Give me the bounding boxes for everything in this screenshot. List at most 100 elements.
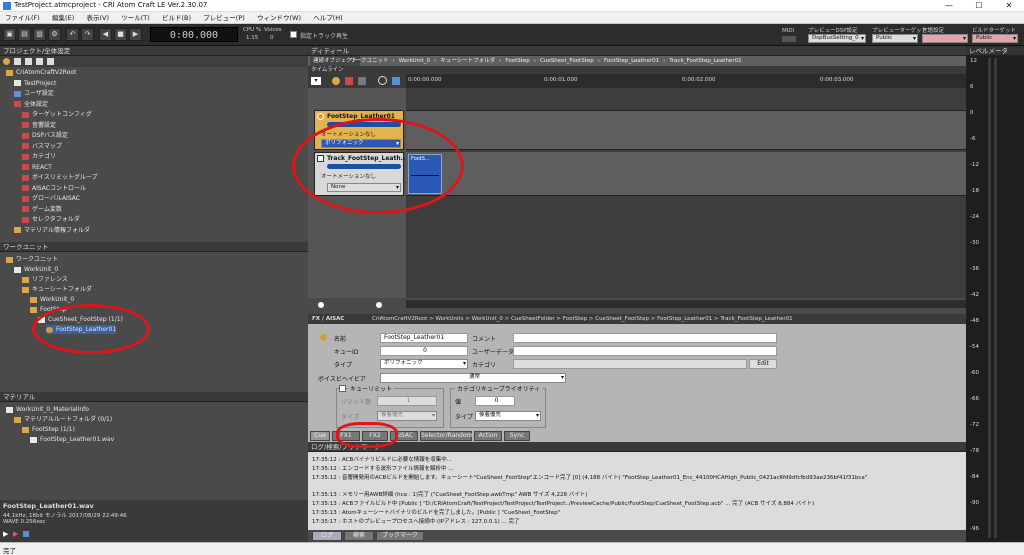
breadcrumb-item[interactable]: キューシートフォルダ (440, 58, 495, 64)
log-tab[interactable]: ログ (312, 531, 342, 541)
tree-item[interactable]: ユーザ設定 (14, 89, 54, 98)
menu-preview[interactable]: プレビュー(P) (198, 12, 250, 24)
category-field[interactable] (513, 359, 747, 369)
record-icon[interactable] (332, 77, 340, 85)
priority-value-label: 値 (455, 399, 462, 406)
tree-item[interactable]: WorkUnit_0 (14, 265, 58, 274)
project-tool-icon[interactable] (14, 58, 21, 65)
search-tab[interactable]: 検索 (344, 531, 374, 541)
close-button[interactable]: ✕ (994, 0, 1024, 12)
menu-edit[interactable]: 編集(E) (47, 12, 79, 24)
timeline-scrollbar[interactable] (406, 300, 966, 308)
category-edit-button[interactable]: Edit (749, 359, 777, 369)
material-play-icon[interactable]: ▶ (3, 530, 8, 538)
project-tool-icon[interactable] (3, 58, 10, 65)
breadcrumb-item[interactable]: CueSheet_FootStep (540, 58, 594, 64)
material-loop-icon[interactable]: ▶ (13, 530, 18, 538)
cueid-field[interactable]: 0 (380, 346, 468, 356)
breadcrumb-item[interactable]: Track_FootStep_Leather01 (669, 58, 741, 64)
ruler-tick: 0:00:02.000 (682, 77, 716, 83)
settings-icon[interactable] (392, 77, 400, 85)
preview-target-select[interactable]: Public (872, 34, 918, 43)
breadcrumb-item[interactable]: ワークユニット (350, 58, 389, 64)
tree-item[interactable]: セレクタフォルダ (22, 215, 80, 224)
cue-limit-checkbox[interactable] (339, 385, 346, 392)
track-scroll-knob[interactable] (318, 302, 324, 308)
priority-value-field[interactable]: 0 (475, 396, 515, 406)
tree-item[interactable]: 音響設定 (22, 121, 56, 130)
zoom-icon[interactable] (378, 76, 387, 85)
menu-help[interactable]: ヘルプ(H) (308, 12, 347, 24)
menu-dropdown-icon[interactable]: ▾ (311, 77, 321, 85)
open-project-icon[interactable]: ▤ (18, 28, 31, 41)
tree-item[interactable]: 全体設定 (14, 100, 48, 109)
language-select[interactable] (922, 34, 968, 43)
tool-icon[interactable] (358, 77, 366, 85)
property-tab[interactable]: Sync (504, 431, 530, 441)
folder-icon (22, 276, 29, 283)
build-target-select[interactable]: Public (972, 34, 1018, 43)
bookmark-tab[interactable]: ブックマーク (376, 531, 424, 541)
meter-tick-label: -36 (970, 266, 979, 272)
breadcrumb: ワークユニット › WorkUnit_0 › キューシートフォルダ › FootStep › C… (350, 56, 746, 66)
tree-item[interactable]: ゲーム変数 (22, 205, 62, 214)
project-tool-icon[interactable] (25, 58, 32, 65)
dsp-setting-select[interactable]: DspBusSetting_0 (808, 34, 866, 43)
breadcrumb-item[interactable]: WorkUnit_0 (399, 58, 430, 64)
save-icon[interactable]: ▥ (33, 28, 46, 41)
limit-type-select[interactable]: 後着優先 (377, 411, 437, 421)
tree-item[interactable]: マテリアルルートフォルダ (0/1) (14, 415, 112, 424)
play-icon[interactable]: ▶ (129, 28, 142, 41)
property-tab[interactable]: Cue (310, 431, 330, 441)
tree-item[interactable]: WorkUnit_0_MaterialInfo (6, 405, 89, 414)
tree-item[interactable]: バスマップ (22, 142, 62, 151)
priority-type-select[interactable]: 後着優先 (475, 411, 541, 421)
track-scroll-knob[interactable] (376, 302, 382, 308)
type-select[interactable]: ポリフォニック (380, 359, 468, 369)
tree-item[interactable]: TestProject (14, 79, 56, 88)
userdata-field[interactable] (513, 346, 777, 356)
breadcrumb-item[interactable]: FootStep (505, 58, 529, 64)
tree-item[interactable]: DSPバス設定 (22, 131, 68, 140)
tree-item[interactable]: FootStep_Leather01.wav (30, 435, 114, 444)
stop-icon[interactable]: ■ (114, 28, 127, 41)
tree-item[interactable]: WorkUnit_0 (30, 295, 74, 304)
menu-view[interactable]: 表示(V) (81, 12, 114, 24)
tree-item[interactable]: ボイスリミットグループ (22, 173, 97, 182)
maximize-button[interactable]: ☐ (964, 0, 994, 12)
comment-field[interactable] (513, 333, 777, 343)
new-project-icon[interactable]: ▣ (3, 28, 16, 41)
rewind-icon[interactable]: ◀ (99, 28, 112, 41)
minimize-button[interactable]: — (934, 0, 964, 12)
material-stop-icon[interactable] (23, 531, 29, 537)
undo-icon[interactable]: ↶ (66, 28, 79, 41)
breadcrumb-item[interactable]: FootStep_Leather01 (604, 58, 659, 64)
tree-item[interactable]: AISACコントロール (22, 184, 86, 193)
property-tab[interactable]: Selector/Random (420, 431, 473, 441)
tree-item[interactable]: ターゲットコンフィグ (22, 110, 92, 119)
menu-file[interactable]: ファイル(F) (0, 12, 45, 24)
tree-item[interactable]: グローバルAISAC (22, 194, 80, 203)
solo-track-checkbox[interactable] (290, 31, 297, 38)
build-icon[interactable]: ⚙ (48, 28, 61, 41)
property-tab[interactable]: Action (474, 431, 502, 441)
tree-item[interactable]: マテリアル情報フォルダ (14, 226, 90, 235)
tree-item[interactable]: カテゴリ (22, 152, 56, 161)
menu-build[interactable]: ビルド(B) (157, 12, 196, 24)
menu-tools[interactable]: ツール(T) (116, 12, 155, 24)
tree-item[interactable]: CriAtomCraftV2Root (6, 68, 76, 77)
project-tool-icon[interactable] (36, 58, 43, 65)
voice-behavior-select[interactable]: 通常 (380, 373, 566, 383)
tree-item[interactable]: REACT (22, 163, 52, 172)
limit-count-field[interactable]: 1 (377, 396, 437, 406)
menu-window[interactable]: ウィンドウ(W) (252, 12, 306, 24)
delete-icon[interactable] (345, 77, 353, 85)
project-tool-icon[interactable] (47, 58, 54, 65)
tree-item[interactable]: リファレンス (22, 275, 68, 284)
name-field[interactable]: FootStep_Leather01 (380, 333, 468, 343)
tree-item-label: WorkUnit_0 (40, 296, 75, 303)
redo-icon[interactable]: ↷ (81, 28, 94, 41)
tree-item[interactable]: キューシートフォルダ (22, 285, 92, 294)
tree-item[interactable]: ワークユニット (6, 255, 58, 264)
tree-item[interactable]: FootStep (1/1) (22, 425, 75, 434)
